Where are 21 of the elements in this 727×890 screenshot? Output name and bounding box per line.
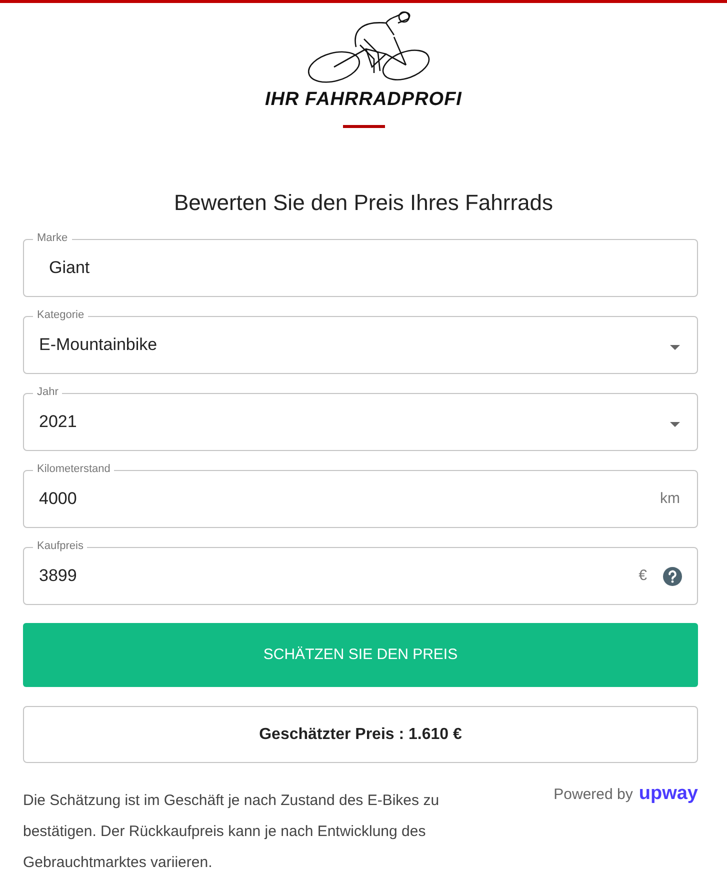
field-value: 3899 — [39, 565, 78, 588]
field-label: Kategorie — [33, 309, 88, 321]
unit-label: € — [638, 566, 647, 586]
field-value: E-Mountainbike — [39, 334, 158, 356]
field-label: Marke — [33, 232, 72, 244]
field-value: 2021 — [39, 411, 78, 434]
help-icon[interactable] — [663, 566, 682, 586]
field-label: Jahr — [33, 386, 62, 398]
disclaimer-text: Die Schätzung ist im Geschäft je nach Zustand des E-Bikes zu bestätigen. Der Rückkaufpreis kann je nach Entwicklung des Gebrauchtmarktes variieren. — [23, 791, 440, 873]
field-label: Kaufpreis — [33, 540, 88, 552]
logo-text: IHR FAHRRADPROFI — [265, 89, 462, 111]
brand-logo[interactable]: upway — [638, 784, 698, 804]
field-value: Giant — [48, 257, 91, 280]
field-value: 4000 — [39, 488, 78, 510]
field-label: Kilometerstand — [33, 463, 114, 475]
powered-by-text: Powered by — [554, 784, 633, 805]
dropdown-caret-icon — [670, 344, 680, 350]
unit-label: km — [660, 488, 680, 509]
estimated-price-box: Geschätzter Preis : 1.610 € — [23, 706, 698, 763]
dropdown-caret-icon — [670, 422, 680, 426]
page-heading: Bewerten Sie den Preis Ihres Fahrrads — [174, 189, 554, 217]
